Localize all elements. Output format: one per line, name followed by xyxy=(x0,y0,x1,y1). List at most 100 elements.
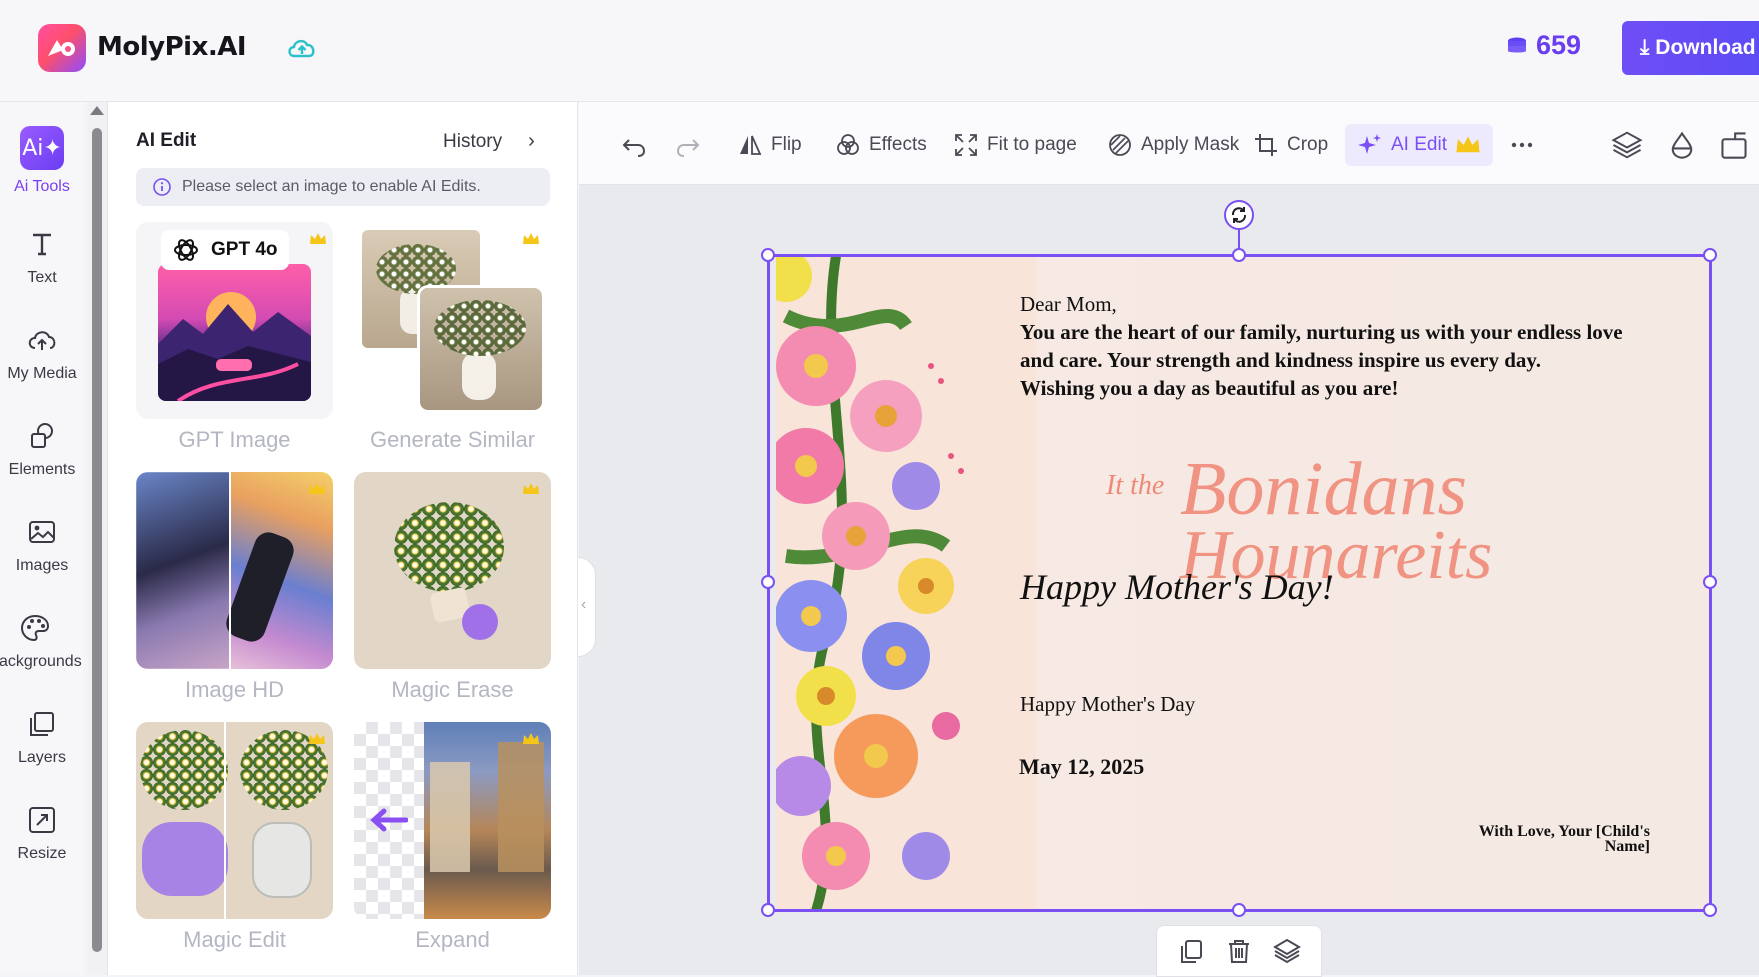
ai-edit-panel: AI Edit History › Please select an image… xyxy=(108,102,578,975)
nav-resize[interactable]: Resize xyxy=(0,788,84,878)
openai-icon xyxy=(174,239,198,261)
resize-handle-top-right[interactable] xyxy=(1703,248,1717,262)
editor-toolbar: Flip Effects Fit to page Apply Mask Crop… xyxy=(579,102,1759,185)
apply-mask-button[interactable]: Apply Mask xyxy=(1107,124,1239,166)
duplicate-icon[interactable] xyxy=(1176,936,1206,966)
layers-order-button[interactable] xyxy=(1611,124,1643,166)
position-button[interactable] xyxy=(1719,124,1749,166)
card-subtitle: Happy Mother's Day xyxy=(1020,692,1196,716)
scroll-up-arrow-icon[interactable] xyxy=(90,106,104,115)
card-headline: Happy Mother's Day! xyxy=(1020,567,1334,607)
palette-icon xyxy=(20,614,50,642)
more-options-button[interactable] xyxy=(1509,124,1535,166)
flower-border-graphic xyxy=(776,256,1036,911)
layers-stack-icon xyxy=(1611,131,1643,159)
app-name: MolyPix.AI xyxy=(97,32,247,62)
collapse-panel-toggle[interactable]: ‹ xyxy=(578,557,596,657)
rotate-handle[interactable] xyxy=(1224,200,1254,230)
droplet-icon xyxy=(1671,131,1693,159)
chevron-left-icon: ‹ xyxy=(581,596,587,613)
tool-expand[interactable] xyxy=(354,722,551,919)
ai-edit-button[interactable]: AI Edit xyxy=(1345,124,1493,166)
resize-icon xyxy=(29,807,55,833)
info-icon xyxy=(153,178,171,196)
tool-magic-erase[interactable] xyxy=(354,472,551,669)
redo-icon xyxy=(676,139,700,157)
coins-icon xyxy=(1508,37,1526,52)
nav-backgrounds[interactable]: Backgrounds xyxy=(0,596,82,686)
undo-icon xyxy=(622,139,646,157)
arrow-left-icon xyxy=(370,808,408,832)
download-button[interactable]: ⤓ Download xyxy=(1622,21,1759,75)
tool-generate-similar[interactable] xyxy=(354,222,551,419)
nav-my-media[interactable]: My Media xyxy=(0,308,84,398)
vase-thumbnail-front xyxy=(420,288,542,410)
card-greeting: Dear Mom, xyxy=(1020,292,1117,316)
tool-gpt-image[interactable]: GPT 4o xyxy=(136,222,333,419)
effects-button[interactable]: Effects xyxy=(835,124,927,166)
tool-label: Generate Similar xyxy=(369,427,536,452)
logo-icon[interactable] xyxy=(38,24,86,72)
upload-cloud-icon xyxy=(28,331,56,350)
greeting-card-image[interactable]: Dear Mom, You are the heart of our famil… xyxy=(776,256,1710,911)
card-body-line: and care. Your strength and kindness ins… xyxy=(1020,348,1542,372)
resize-handle-right[interactable] xyxy=(1703,575,1717,589)
flip-icon xyxy=(740,135,762,155)
resize-handle-bottom[interactable] xyxy=(1232,903,1246,917)
crown-icon xyxy=(309,483,325,494)
selection-actions-bar xyxy=(1156,925,1322,977)
opacity-button[interactable] xyxy=(1667,124,1697,166)
ai-icon: Ai✦ xyxy=(20,126,64,170)
fit-to-page-button[interactable]: Fit to page xyxy=(953,124,1077,166)
resize-handle-bottom-right[interactable] xyxy=(1703,903,1717,917)
resize-handle-bottom-left[interactable] xyxy=(761,903,775,917)
compare-divider xyxy=(229,472,231,669)
history-link[interactable]: History › xyxy=(443,130,535,153)
trash-icon[interactable] xyxy=(1224,936,1254,966)
cloud-upload-icon[interactable] xyxy=(285,34,319,62)
tool-label: Magic Edit xyxy=(183,927,286,952)
fit-to-page-icon xyxy=(955,134,977,156)
nav-images[interactable]: Images xyxy=(0,500,84,590)
resize-handle-top-left[interactable] xyxy=(761,248,775,262)
tool-label: Magic Erase xyxy=(391,677,514,702)
flip-button[interactable]: Flip xyxy=(737,124,802,166)
selection-notice: Please select an image to enable AI Edit… xyxy=(136,168,550,206)
resize-handle-left[interactable] xyxy=(761,575,775,589)
layers-stack-icon[interactable] xyxy=(1272,936,1302,966)
text-icon xyxy=(33,233,51,256)
tool-image-hd[interactable] xyxy=(136,472,333,669)
nav-layers[interactable]: Layers xyxy=(0,692,84,782)
nav-ai-tools[interactable]: Ai✦ Ai Tools xyxy=(0,116,84,206)
card-body-line: Wishing you a day as beautiful as you ar… xyxy=(1020,376,1399,400)
image-icon xyxy=(29,521,55,543)
erase-brush-dot xyxy=(462,604,498,640)
credits-counter[interactable]: 659 xyxy=(1506,30,1581,61)
gpt-4o-badge: GPT 4o xyxy=(161,230,289,270)
chevron-right-icon: › xyxy=(528,130,535,152)
tool-label: Image HD xyxy=(184,677,285,702)
redo-button[interactable] xyxy=(675,124,701,166)
crop-icon xyxy=(1255,134,1277,156)
crown-icon xyxy=(310,233,326,244)
left-nav: Ai✦ Ai Tools Text My Media Elements Imag… xyxy=(0,102,84,975)
crop-button[interactable]: Crop xyxy=(1253,124,1328,166)
layers-icon xyxy=(30,712,54,736)
gpt-image-thumbnail xyxy=(158,264,311,401)
crown-icon xyxy=(523,483,539,494)
card-body-line: You are the heart of our family, nurturi… xyxy=(1020,320,1623,344)
panel-title: AI Edit xyxy=(136,130,197,151)
sparkle-icon xyxy=(1358,134,1381,154)
nav-elements[interactable]: Elements xyxy=(0,404,84,494)
nav-text[interactable]: Text xyxy=(0,212,84,302)
blurry-half xyxy=(136,472,230,669)
white-vase xyxy=(252,822,312,898)
tool-magic-edit[interactable] xyxy=(136,722,333,919)
crown-icon xyxy=(523,233,539,244)
undo-button[interactable] xyxy=(621,124,647,166)
compare-divider xyxy=(224,722,226,919)
scrollbar-thumb[interactable] xyxy=(92,128,102,952)
card-date: May 12, 2025 xyxy=(1019,754,1145,779)
resize-handle-top[interactable] xyxy=(1232,248,1246,262)
download-icon: ⤓ xyxy=(1640,36,1650,59)
